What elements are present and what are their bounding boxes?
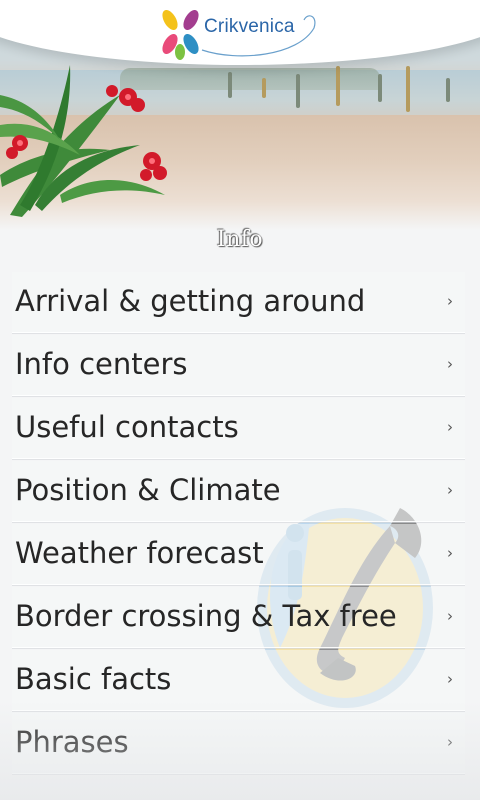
beach-umbrella — [228, 72, 232, 98]
info-menu-list: Arrival & getting around › Info centers … — [12, 272, 465, 776]
beach-umbrella — [262, 78, 266, 98]
chevron-right-icon: › — [447, 481, 453, 499]
menu-item-label: Info centers — [15, 347, 188, 381]
chevron-right-icon: › — [447, 733, 453, 751]
chevron-right-icon: › — [447, 355, 453, 373]
chevron-right-icon: › — [447, 292, 453, 310]
beach-umbrella — [406, 66, 410, 112]
menu-item-useful-contacts[interactable]: Useful contacts › — [12, 398, 465, 459]
menu-item-label: Weather forecast — [15, 536, 264, 570]
menu-item-label: Basic facts — [15, 662, 172, 696]
beach-umbrella — [446, 78, 450, 102]
header-banner: Crikvenica — [0, 0, 480, 230]
menu-item-info-centers[interactable]: Info centers › — [12, 335, 465, 396]
chevron-right-icon: › — [447, 418, 453, 436]
menu-item-arrival[interactable]: Arrival & getting around › — [12, 272, 465, 333]
beach-umbrella — [336, 66, 340, 106]
menu-item-label: Arrival & getting around — [15, 284, 366, 318]
menu-item-border-crossing[interactable]: Border crossing & Tax free › — [12, 587, 465, 648]
page-title: Info — [216, 227, 264, 252]
menu-item-label: Border crossing & Tax free — [15, 599, 397, 633]
beach-umbrella — [296, 74, 300, 108]
menu-item-weather-forecast[interactable]: Weather forecast › — [12, 524, 465, 585]
chevron-right-icon: › — [447, 607, 453, 625]
oleander-plant-image — [0, 65, 167, 217]
beach-umbrella — [378, 74, 382, 102]
menu-item-basic-facts[interactable]: Basic facts › — [12, 650, 465, 711]
chevron-right-icon: › — [447, 544, 453, 562]
menu-item-label: Useful contacts — [15, 410, 239, 444]
chevron-right-icon: › — [447, 670, 453, 688]
menu-item-label: Phrases — [15, 725, 129, 759]
logo-text: Crikvenica — [204, 16, 295, 37]
menu-item-position-climate[interactable]: Position & Climate › — [12, 461, 465, 522]
menu-item-label: Position & Climate — [15, 473, 281, 507]
menu-item-phrases[interactable]: Phrases › — [12, 713, 465, 774]
